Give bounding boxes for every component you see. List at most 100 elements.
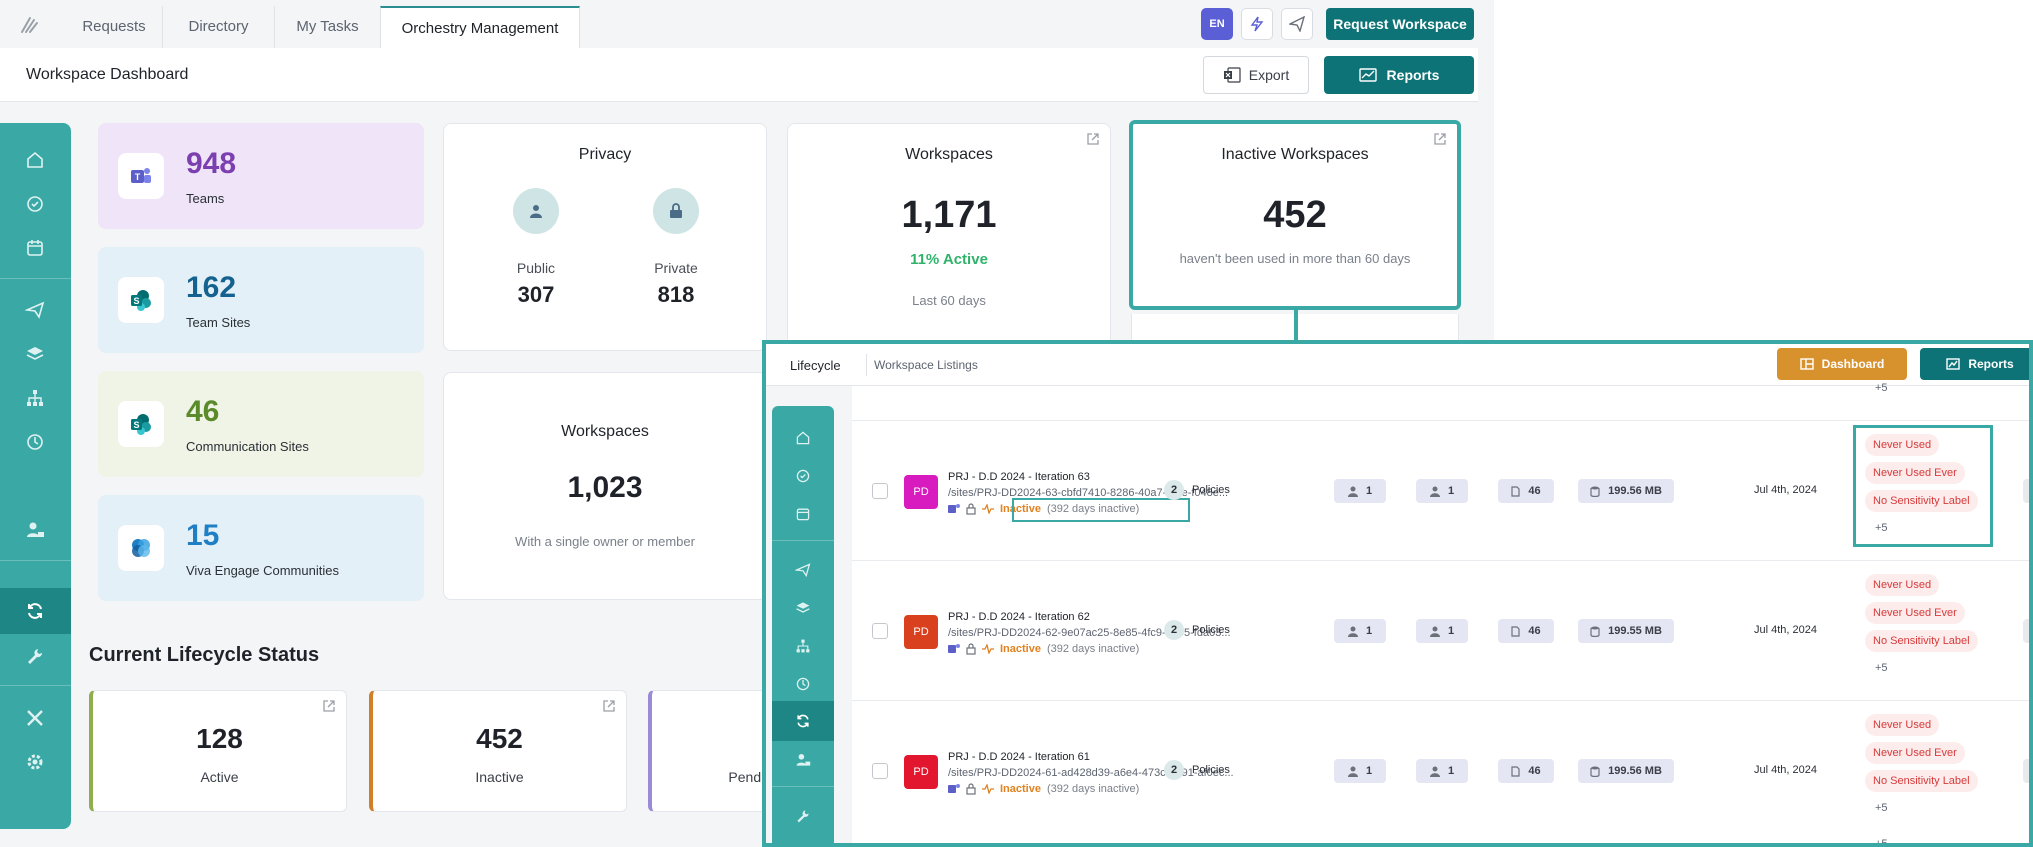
layers-icon[interactable] [24,343,46,365]
tab-requests[interactable]: Requests [66,6,162,48]
members-count: 1 [1447,625,1455,637]
files-pill[interactable]: 46 [1498,759,1554,783]
stat-card-team-sites[interactable]: S 162 Team Sites [98,247,424,353]
clock-icon[interactable] [24,431,46,453]
dashboard-button[interactable]: Dashboard [1777,348,1907,380]
check-circle-icon[interactable] [24,193,46,215]
row-action-edge[interactable] [2023,479,2029,503]
inset-reports-button[interactable]: Reports [1920,348,2029,380]
more-tags[interactable]: +5 [1875,802,1888,814]
lifecycle-card-inactive[interactable]: 452 Inactive [369,690,627,812]
wrench-icon[interactable] [793,806,813,826]
excel-icon [1223,67,1241,83]
storage-pill[interactable]: 199.55 MB [1578,619,1674,643]
stat-card-viva-engage[interactable]: 15 Viva Engage Communities [98,495,424,601]
send-button[interactable] [1281,8,1313,40]
tab-directory[interactable]: Directory [162,6,274,48]
calendar-icon[interactable] [793,504,813,524]
language-button[interactable]: EN [1201,8,1233,40]
row-action-edge[interactable] [2023,619,2029,643]
layers-icon[interactable] [793,598,813,618]
request-workspace-button[interactable]: Request Workspace [1326,8,1474,40]
more-tags-bottom[interactable]: +5 [1875,838,1888,843]
inactive-workspaces-card[interactable]: Inactive Workspaces 452 haven't been use… [1129,120,1461,310]
files-pill[interactable]: 46 [1498,619,1554,643]
members-pill[interactable]: 1 [1416,619,1468,643]
owners-pill[interactable]: 1 [1334,759,1386,783]
paper-plane-icon[interactable] [793,560,813,580]
sitemap-icon[interactable] [793,636,813,656]
stat-card-teams[interactable]: T 948 Teams [98,123,424,229]
external-link-icon[interactable] [602,699,616,713]
table-row[interactable]: PD PRJ - D.D 2024 - Iteration 61 /sites/… [852,700,2029,840]
single-owner-card[interactable]: Workspaces 1,023 With a single owner or … [443,372,767,600]
table-row[interactable]: PD PRJ - D.D 2024 - Iteration 62 /sites/… [852,560,2029,700]
tag-never-used-ever: Never Used Ever [1865,742,1965,764]
sync-icon[interactable] [793,711,813,731]
inactive-lifecycle-count: 452 [476,723,523,754]
external-link-icon[interactable] [1086,132,1100,146]
quick-actions-button[interactable] [1241,8,1273,40]
files-count: 46 [1528,625,1541,637]
user-lock-icon[interactable] [24,519,46,541]
check-circle-icon[interactable] [793,466,813,486]
calendar-icon[interactable] [24,237,46,259]
breadcrumb-workspace-listings[interactable]: Workspace Listings [874,358,978,372]
members-pill[interactable]: 1 [1416,479,1468,503]
user-icon [1429,486,1440,497]
viva-engage-icon [118,525,164,571]
sidebar-divider [0,560,71,561]
tab-orchestry-management[interactable]: Orchestry Management [380,6,580,48]
wrench-icon[interactable] [24,645,46,667]
row-checkbox[interactable] [872,763,888,779]
workspace-name[interactable]: PRJ - D.D 2024 - Iteration 61 [948,751,1090,763]
home-icon[interactable] [24,149,46,171]
row-checkbox[interactable] [872,483,888,499]
external-link-icon[interactable] [1433,132,1447,146]
members-pill[interactable]: 1 [1416,759,1468,783]
privacy-card[interactable]: Privacy Public 307 Private 818 [443,123,767,351]
policies-label[interactable]: Policies [1192,764,1230,776]
policies-label[interactable]: Policies [1192,624,1230,636]
screenshot-root: Requests Directory My Tasks Orchestry Ma… [0,0,2033,847]
storage-pill[interactable]: 199.56 MB [1578,479,1674,503]
gear-icon[interactable] [24,751,46,773]
sync-icon[interactable] [24,600,46,622]
public-value: 307 [517,282,555,307]
row-action-edge[interactable] [2023,759,2029,783]
inset-header: Lifecycle Workspace Listings Dashboard R… [766,344,2029,386]
files-pill[interactable]: 46 [1498,479,1554,503]
storage-pill[interactable]: 199.56 MB [1578,759,1674,783]
user-lock-icon[interactable] [793,750,813,770]
owners-pill[interactable]: 1 [1334,619,1386,643]
breadcrumb-lifecycle[interactable]: Lifecycle [790,358,841,373]
lifecycle-card-active[interactable]: 128 Active [89,690,347,812]
more-tags-top[interactable]: +5 [1875,382,1888,394]
members-count: 1 [1447,765,1455,777]
workspace-name[interactable]: PRJ - D.D 2024 - Iteration 63 [948,471,1090,483]
export-button[interactable]: Export [1203,56,1309,94]
clock-icon[interactable] [793,674,813,694]
paper-plane-icon[interactable] [24,299,46,321]
more-tags[interactable]: +5 [1875,662,1888,674]
owners-count: 1 [1365,625,1373,637]
reports-button[interactable]: Reports [1324,56,1474,94]
table-row[interactable]: PD PRJ - D.D 2024 - Iteration 63 /sites/… [852,420,2029,560]
teams-icon: T [118,153,164,199]
lightning-icon [1250,16,1264,32]
policies-label[interactable]: Policies [1192,484,1230,496]
row-checkbox[interactable] [872,623,888,639]
tab-my-tasks[interactable]: My Tasks [274,6,380,48]
storage-size: 199.56 MB [1608,765,1662,777]
stat-card-communication-sites[interactable]: S 46 Communication Sites [98,371,424,477]
more-tags[interactable]: +5 [1875,522,1888,534]
external-link-icon[interactable] [322,699,336,713]
sitemap-icon[interactable] [24,387,46,409]
home-icon[interactable] [793,428,813,448]
workspace-name[interactable]: PRJ - D.D 2024 - Iteration 62 [948,611,1090,623]
storage-size: 199.56 MB [1608,485,1662,497]
workspaces-card[interactable]: Workspaces 1,171 11% Active Last 60 days [787,123,1111,351]
active-count: 128 [196,723,243,754]
tools-icon[interactable] [24,707,46,729]
owners-pill[interactable]: 1 [1334,479,1386,503]
